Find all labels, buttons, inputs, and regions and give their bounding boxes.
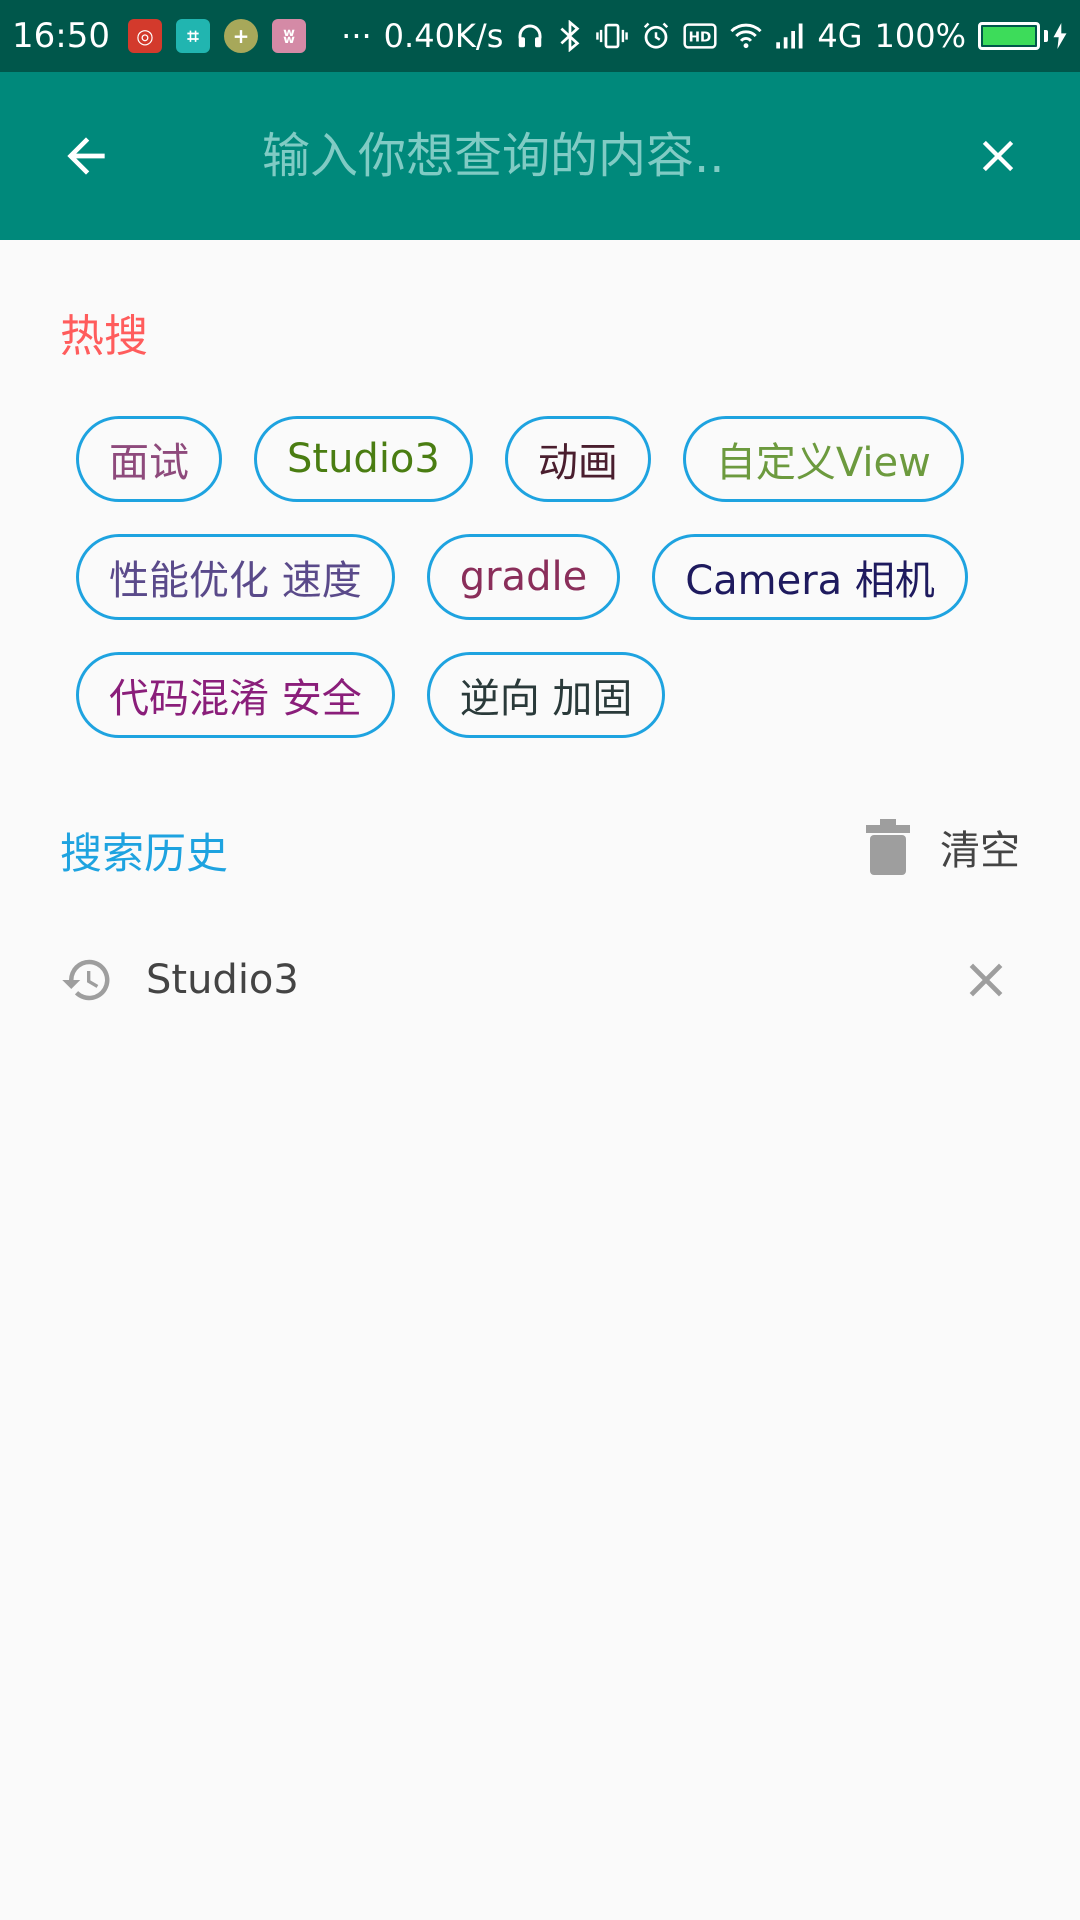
arrow-back-icon [67,137,105,175]
status-bar: 16:50 ◎ ⌗ + ʬ ··· 0.40K/s HD 4G 100% [0,0,1080,72]
battery-percent: 100% [874,17,966,55]
hot-tag[interactable]: Camera 相机 [652,534,968,620]
tuchong-icon: ʬ [271,19,306,53]
signal-icon [775,22,805,50]
svg-text:HD: HD [689,30,712,46]
battery-body [978,22,1040,50]
clear-search-button[interactable] [960,118,1036,194]
hd-icon: HD [683,22,717,50]
history-item-label: Studio3 [146,957,299,1003]
hot-tag[interactable]: 动画 [504,416,651,502]
wifi-icon [729,22,763,50]
status-time: 16:50 [12,16,110,56]
history-item[interactable]: Studio3 [60,950,1020,1010]
history-icon [62,959,110,1001]
search-history-title: 搜索历史 [60,829,229,878]
more-dots-icon: ··· [341,17,372,55]
network-type: 4G [817,17,863,55]
clear-history-button[interactable]: 清空 [866,818,1020,876]
hot-tag[interactable]: 性能优化 速度 [76,534,395,620]
close-icon [969,963,1003,997]
scanner-icon: ⌗ [175,19,210,53]
netease-music-icon: ◎ [127,19,162,53]
hot-tag[interactable]: 逆向 加固 [426,652,666,738]
hot-tag[interactable]: 自定义View [682,416,964,502]
status-left: 16:50 ◎ ⌗ + ʬ [12,16,306,56]
hot-tag[interactable]: gradle [426,534,621,620]
trash-icon [866,819,910,875]
close-icon [982,140,1014,172]
back-button[interactable] [48,118,124,194]
battery-tip [1044,30,1048,42]
alarm-icon [641,21,671,51]
hot-tag[interactable]: 代码混淆 安全 [76,652,395,738]
charging-bolt-icon [1053,23,1067,49]
battery-icon [978,22,1068,50]
hot-tag[interactable]: Studio3 [254,416,473,502]
search-input[interactable] [262,116,822,196]
remove-history-item-button[interactable] [958,950,1014,1010]
plus-coin-icon: + [223,19,258,53]
status-right: ··· 0.40K/s HD 4G 100% [341,17,1068,55]
hot-tags: 面试 Studio3 动画 自定义View 性能优化 速度 gradle Camera 相机… [76,416,1036,738]
vibrate-icon [595,21,629,51]
hot-tag[interactable]: 面试 [76,416,222,502]
search-toolbar [0,72,1080,240]
battery-fill [983,27,1035,45]
bluetooth-icon [557,20,583,52]
clear-history-label: 清空 [940,828,1020,874]
hot-search-title: 热搜 [60,311,148,362]
headphones-icon [515,21,545,51]
net-speed: 0.40K/s [383,17,504,55]
